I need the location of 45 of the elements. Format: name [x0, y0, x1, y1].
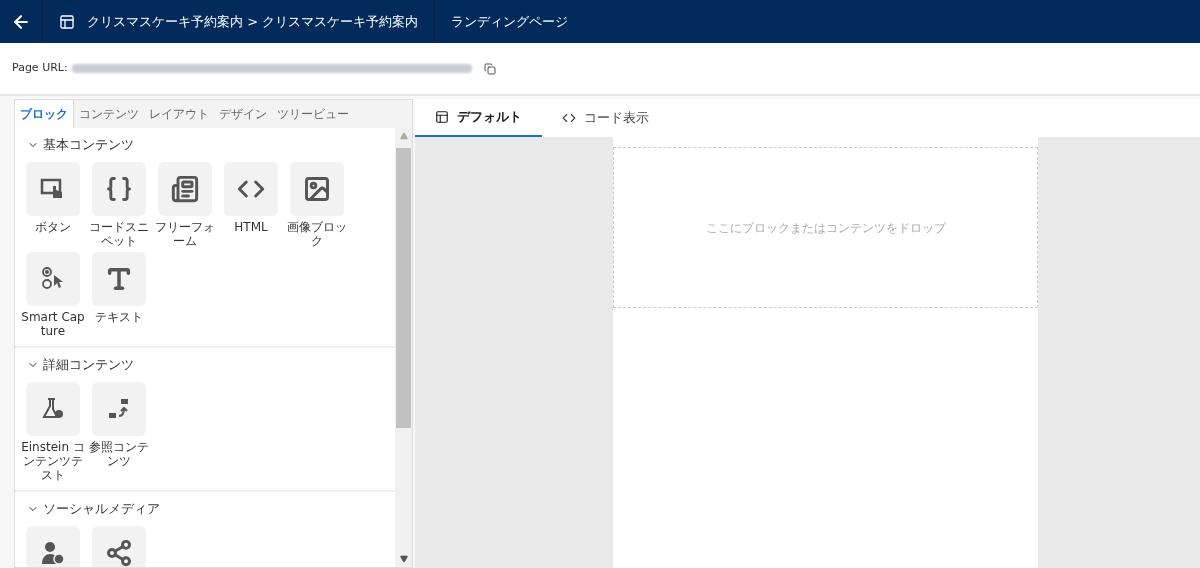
breadcrumb: クリスマスケーキ予約案内 > クリスマスケーキ予約案内 — [87, 12, 419, 31]
panel-tab[interactable]: ツリービュー — [272, 100, 354, 128]
block-tile[interactable] — [26, 252, 80, 306]
share-icon — [105, 539, 133, 567]
layout-icon — [435, 110, 449, 124]
block-label: ボタン — [34, 220, 72, 234]
block-tile[interactable] — [92, 162, 146, 216]
block-label: 参照コンテンツ — [88, 440, 150, 468]
person-share-icon — [39, 539, 67, 567]
url-label: Page URL: — [12, 60, 68, 77]
block-label: フリーフォーム — [154, 220, 216, 248]
block-tile[interactable] — [158, 162, 212, 216]
copy-icon[interactable] — [483, 62, 496, 75]
block-label: Einstein コンテンツテスト — [20, 440, 86, 482]
block-tile[interactable] — [224, 162, 278, 216]
block-tile[interactable] — [92, 252, 146, 306]
section-header[interactable]: ソーシャルメディア — [15, 492, 172, 526]
panel-tab[interactable]: デザイン — [214, 100, 272, 128]
block-label: テキスト — [94, 310, 144, 324]
block-label: Smart Capture — [20, 310, 86, 338]
scroll-down-icon[interactable] — [399, 555, 408, 563]
panel-tab[interactable]: コンテンツ — [74, 100, 144, 128]
image-icon — [303, 175, 331, 203]
block-label: HTML — [233, 220, 269, 234]
block-tile[interactable] — [26, 162, 80, 216]
article-icon — [171, 175, 199, 203]
text-icon — [105, 265, 133, 293]
block-tile[interactable] — [26, 382, 80, 436]
block-tile[interactable] — [92, 526, 146, 567]
layout-icon — [59, 13, 75, 30]
scrollbar[interactable] — [395, 128, 412, 567]
view-tab[interactable]: コード表示 — [542, 99, 669, 137]
panel-tab[interactable]: レイアウト — [144, 100, 214, 128]
block-label: 画像ブロック — [286, 220, 348, 248]
block-label: コードスニペット — [88, 220, 150, 248]
drop-hint: ここにブロックまたはコンテンツをドロップ — [705, 219, 946, 237]
block-tile[interactable] — [26, 526, 80, 567]
block-tile[interactable] — [290, 162, 344, 216]
block-tile[interactable] — [92, 382, 146, 436]
braces-icon — [105, 175, 133, 203]
panel-tab[interactable]: ブロック — [15, 100, 74, 128]
code-icon — [562, 111, 576, 125]
page-type: ランディングページ — [450, 12, 570, 31]
section-header[interactable]: 基本コンテンツ — [15, 128, 146, 162]
section-header[interactable]: 詳細コンテンツ — [15, 348, 146, 382]
